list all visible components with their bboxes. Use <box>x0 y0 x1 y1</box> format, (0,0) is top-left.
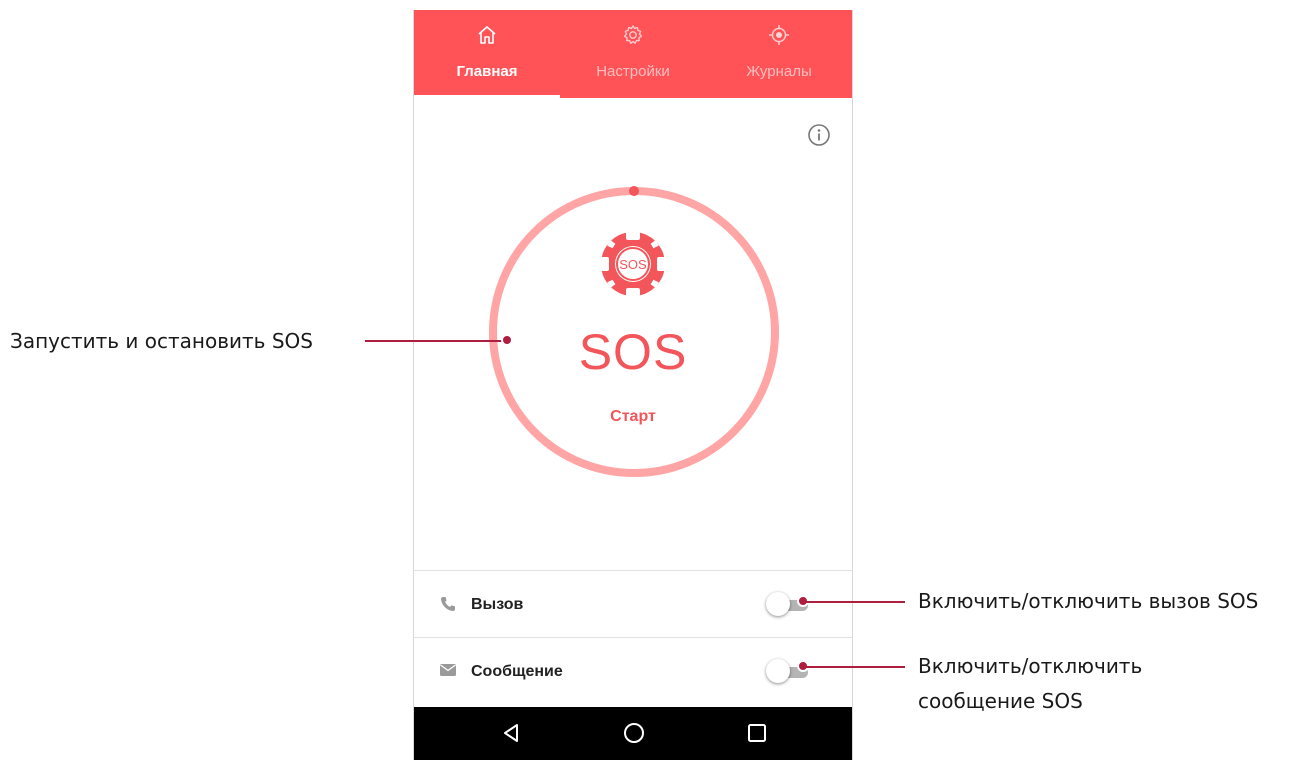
callout-line-call <box>805 601 905 603</box>
gear-icon <box>623 25 643 44</box>
tab-logs[interactable]: Журналы <box>706 10 852 98</box>
callout-message-toggle-line1: Включить/отключить <box>918 654 1143 678</box>
tab-home[interactable]: Главная <box>414 10 560 98</box>
location-target-icon <box>769 25 789 45</box>
callout-message-toggle-line2: сообщение SOS <box>918 689 1083 713</box>
envelope-icon <box>440 664 456 676</box>
info-icon[interactable] <box>806 122 832 148</box>
tab-logs-label: Журналы <box>746 63 812 80</box>
recents-square-icon[interactable] <box>743 719 771 747</box>
setting-row-message: Сообщение <box>414 638 852 704</box>
message-toggle-knob <box>766 659 790 683</box>
tab-bar: Главная Настройки Журналы <box>414 10 852 98</box>
phone-icon <box>441 597 455 611</box>
tab-home-label: Главная <box>456 63 518 80</box>
setting-row-call: Вызов <box>414 571 852 637</box>
setting-call-label: Вызов <box>471 596 524 613</box>
android-nav-bar <box>414 707 852 760</box>
callout-dot-sos <box>501 334 513 346</box>
tab-settings-label: Настройки <box>596 63 670 80</box>
tab-settings[interactable]: Настройки <box>560 10 706 98</box>
lifebuoy-icon: SOS <box>600 231 666 297</box>
sos-status-label: Старт <box>610 408 656 425</box>
callout-line-sos <box>365 340 509 342</box>
callout-sos-button: Запустить и остановить SOS <box>10 329 313 353</box>
home-circle-icon[interactable] <box>620 719 648 747</box>
callout-call-toggle: Включить/отключить вызов SOS <box>918 589 1259 613</box>
back-icon[interactable] <box>498 719 526 747</box>
lifebuoy-label: SOS <box>619 257 647 272</box>
setting-message-label: Сообщение <box>471 663 563 680</box>
phone-screen: Главная Настройки Журналы SOS SOS Старт … <box>413 10 853 760</box>
home-icon <box>478 26 496 44</box>
call-toggle-knob <box>766 592 790 616</box>
callout-line-message <box>805 666 905 668</box>
sos-title: SOS <box>578 324 688 380</box>
